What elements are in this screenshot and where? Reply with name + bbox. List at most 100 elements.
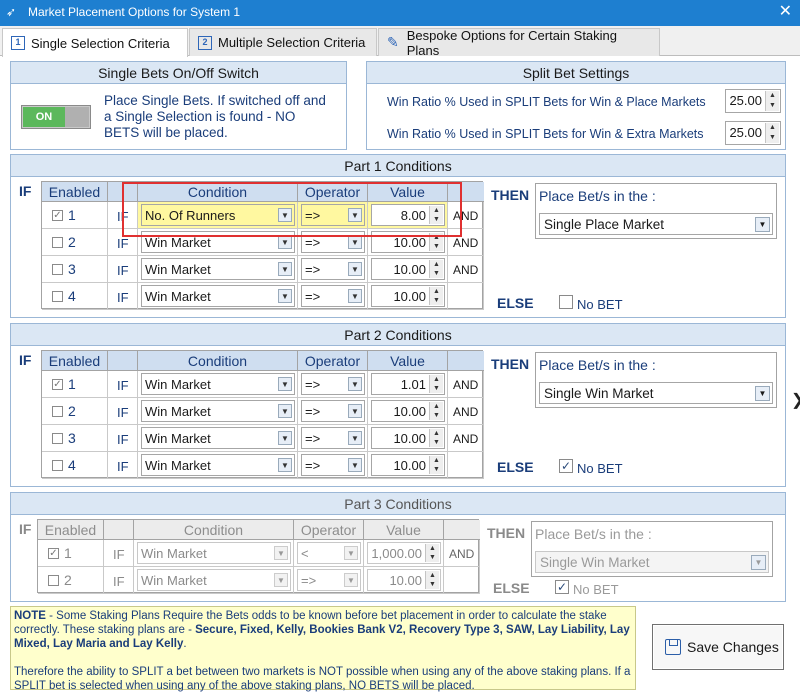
enabled-checkbox[interactable]: ✓ [52,379,63,390]
value-stepper[interactable]: 1,000.00 ▲ ▼ [367,542,441,564]
condition-select[interactable]: Win Market ▼ [141,285,295,307]
market-select[interactable]: Single Place Market ▼ [539,213,773,235]
spin-down-icon[interactable]: ▼ [766,133,779,143]
condition-value: Win Market [145,262,211,277]
spin-down-icon[interactable]: ▼ [430,269,443,278]
condition-select[interactable]: Win Market ▼ [141,373,295,395]
condition-select[interactable]: Win Market ▼ [137,569,291,591]
spin-down-icon[interactable]: ▼ [426,580,439,589]
operator-select[interactable]: => ▼ [301,427,365,449]
operator-select[interactable]: => ▼ [301,454,365,476]
spin-up-icon[interactable]: ▲ [430,429,443,438]
spin-down-icon[interactable]: ▼ [430,411,443,420]
part3-conditions-grid: Enabled Condition Operator Value ✓ 1 IF Win Mar… [37,519,480,594]
spin-up-icon[interactable]: ▲ [430,456,443,465]
value-stepper[interactable]: 10.00 ▲ ▼ [371,285,445,307]
spin-down-icon[interactable]: ▼ [430,438,443,447]
operator-select[interactable]: => ▼ [301,258,365,280]
market-select[interactable]: Single Win Market ▼ [539,382,773,404]
and-label: AND [453,432,479,446]
spin-up-icon[interactable]: ▲ [766,91,779,101]
operator-select[interactable]: => ▼ [301,285,365,307]
chevron-down-icon: ▼ [348,262,362,276]
spin-up-icon[interactable]: ▲ [766,123,779,133]
row-number: 1 [68,376,76,392]
value-stepper[interactable]: 10.00 ▲ ▼ [371,400,445,422]
spin-down-icon[interactable]: ▼ [430,242,443,251]
enabled-checkbox[interactable] [52,291,63,302]
part2-heading: Part 2 Conditions [11,324,785,346]
title-bar: ➶ Market Placement Options for System 1 … [0,0,800,26]
condition-select[interactable]: Win Market ▼ [141,258,295,280]
operator-select[interactable]: < ▼ [297,542,361,564]
value-stepper[interactable]: 1.01 ▲ ▼ [371,373,445,395]
condition-select[interactable]: Win Market ▼ [141,427,295,449]
stepper-value: 10.00 [393,289,426,304]
staking-note: NOTE - Some Staking Plans Require the Be… [10,606,636,692]
spin-up-icon[interactable]: ▲ [430,375,443,384]
chevron-down-icon: ▼ [278,289,292,303]
spin-down-icon[interactable]: ▼ [430,465,443,474]
chevron-down-icon: ▼ [348,377,362,391]
single-bets-toggle[interactable]: ON [21,105,91,129]
spin-down-icon[interactable]: ▼ [766,101,779,111]
chevron-down-icon: ▼ [278,235,292,249]
spin-down-icon[interactable]: ▼ [426,553,439,562]
note-period: . [183,638,187,650]
enabled-checkbox[interactable] [52,460,63,471]
enabled-checkbox[interactable]: ✓ [52,210,63,221]
spin-up-icon[interactable]: ▲ [430,287,443,296]
then-label: THEN [491,356,530,372]
spin-up-icon[interactable]: ▲ [426,571,439,580]
enabled-checkbox[interactable] [48,575,59,586]
tab-multiple-selection[interactable]: 2 Multiple Selection Criteria [189,28,377,56]
operator-value: => [305,262,321,277]
row-number: 2 [68,234,76,250]
condition-select[interactable]: Win Market ▼ [137,542,291,564]
column-header-operator: Operator [294,520,364,540]
spin-down-icon[interactable]: ▼ [430,384,443,393]
operator-select[interactable]: => ▼ [301,400,365,422]
condition-select[interactable]: Win Market ▼ [141,454,295,476]
column-header-and [444,520,480,540]
condition-select[interactable]: Win Market ▼ [141,400,295,422]
market-select[interactable]: Single Win Market ▼ [535,551,769,573]
enabled-checkbox[interactable] [52,237,63,248]
enabled-checkbox[interactable] [52,406,63,417]
condition-value: Win Market [145,458,211,473]
no-bet-checkbox[interactable] [559,295,573,309]
part2-conditions-grid: Enabled Condition Operator Value ✓ 1 IF Win Mar… [41,350,484,479]
close-icon[interactable]: ✕ [779,3,792,21]
app-icon: ➶ [6,5,17,19]
value-stepper[interactable]: 10.00 ▲ ▼ [371,258,445,280]
enabled-checkbox[interactable] [52,433,63,444]
no-bet-checkbox[interactable]: ✓ [555,580,569,594]
part3-panel: Part 3 Conditions IF Enabled Condition Opera… [10,492,786,602]
condition-value: Win Market [145,404,211,419]
split-win-place-stepper[interactable]: 25.00 ▲ ▼ [725,89,781,113]
stepper-value: 1,000.00 [371,546,422,561]
number-one-icon: 1 [11,36,25,50]
operator-select[interactable]: => ▼ [297,569,361,591]
spin-up-icon[interactable]: ▲ [430,402,443,411]
value-stepper[interactable]: 10.00 ▲ ▼ [367,569,441,591]
value-stepper[interactable]: 10.00 ▲ ▼ [371,454,445,476]
operator-select[interactable]: => ▼ [301,373,365,395]
tab-single-selection[interactable]: 1 Single Selection Criteria [2,28,188,57]
no-bet-checkbox[interactable]: ✓ [559,459,573,473]
spin-up-icon[interactable]: ▲ [426,544,439,553]
stepper-arrows: ▲ ▼ [429,429,443,447]
split-win-extra-stepper[interactable]: 25.00 ▲ ▼ [725,121,781,145]
stepper-value: 1.01 [400,377,426,392]
tab-bespoke-options[interactable]: ✎ Bespoke Options for Certain Staking Pl… [378,28,660,58]
chevron-down-icon: ▼ [278,431,292,445]
save-changes-button[interactable]: Save Changes [652,624,784,670]
highlight-rectangle [122,182,462,237]
enabled-checkbox[interactable]: ✓ [48,548,59,559]
spin-down-icon[interactable]: ▼ [430,296,443,305]
enabled-checkbox[interactable] [52,264,63,275]
value-stepper[interactable]: 10.00 ▲ ▼ [371,427,445,449]
spin-up-icon[interactable]: ▲ [430,260,443,269]
else-label: ELSE [497,295,534,311]
no-bet-label: No BET [577,461,623,476]
